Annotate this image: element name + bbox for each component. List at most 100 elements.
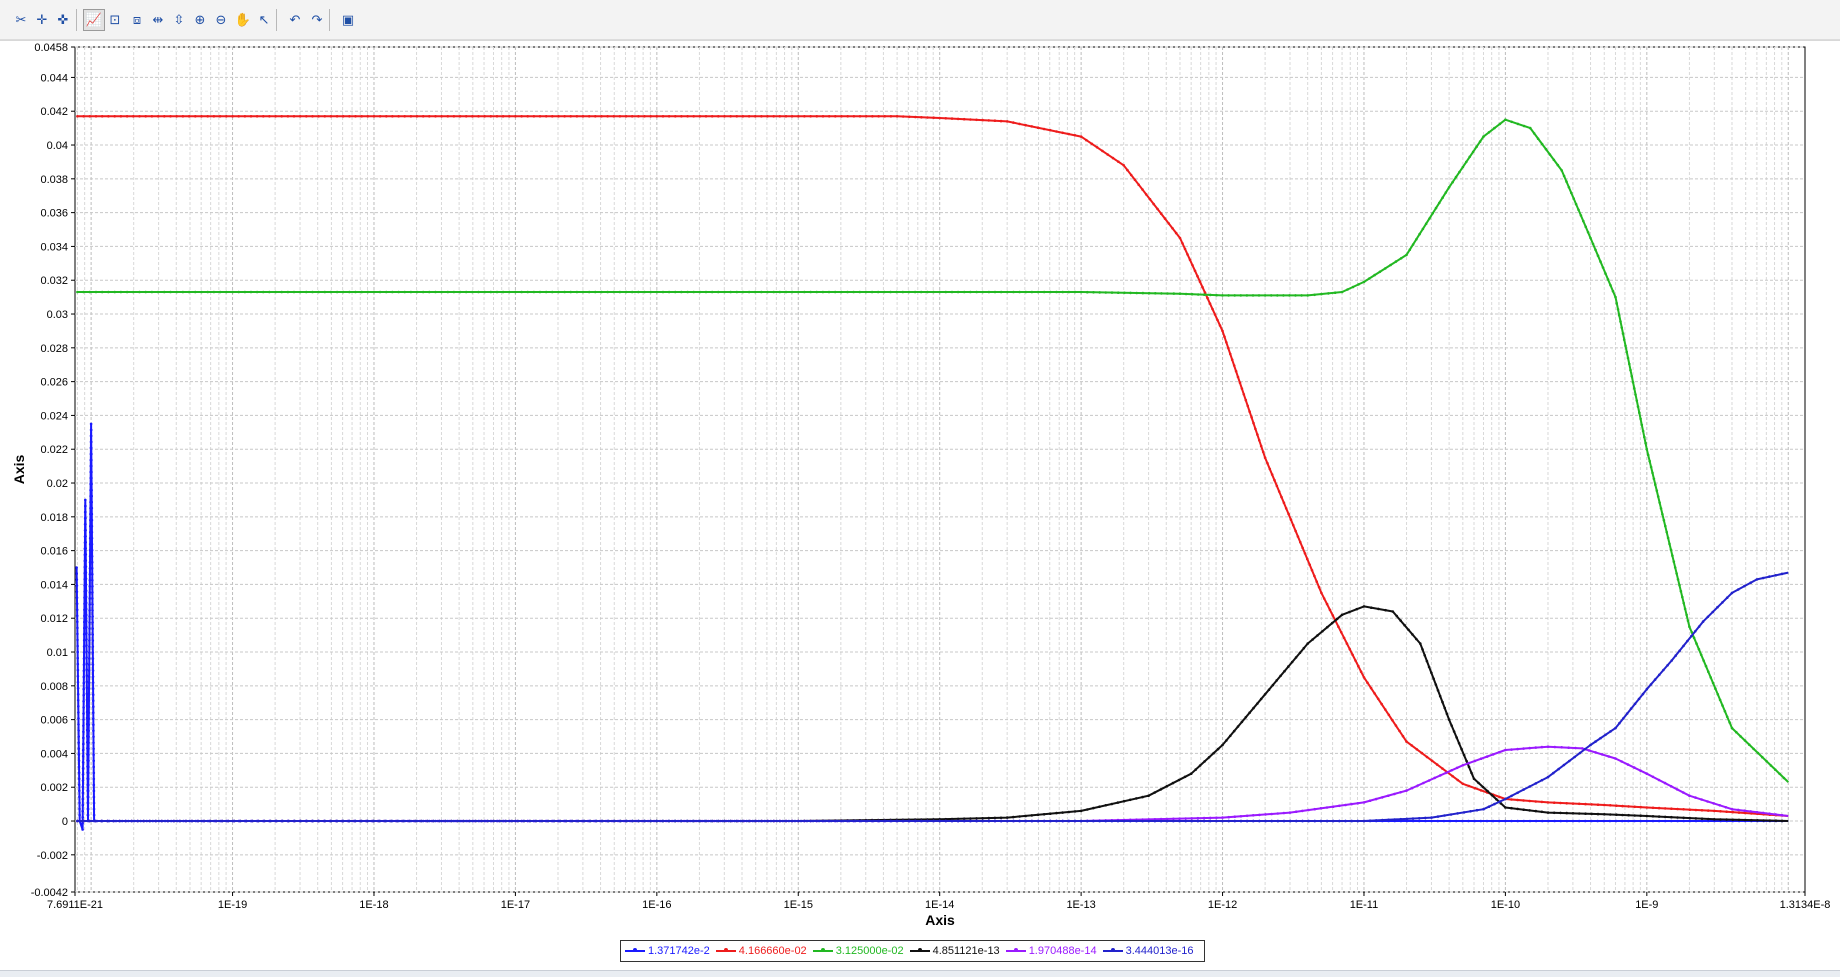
data-point	[637, 290, 640, 294]
select-pointer-icon[interactable]: ↖	[253, 9, 275, 31]
data-point	[76, 693, 80, 696]
pan-hand-icon[interactable]: ✋	[232, 9, 254, 31]
data-point	[81, 767, 85, 770]
data-point	[1331, 819, 1335, 823]
data-point	[847, 819, 851, 823]
data-point	[77, 753, 81, 756]
data-point	[91, 603, 94, 606]
data-point	[468, 819, 471, 823]
data-point	[1780, 813, 1784, 817]
export-image-icon[interactable]: ▣	[337, 9, 359, 31]
data-point	[870, 290, 874, 294]
data-point	[1036, 126, 1040, 129]
line-chart[interactable]: 0.04580.0440.0420.040.0380.0360.0340.032…	[0, 41, 1840, 971]
legend-item[interactable]: 3.125000e-02	[812, 945, 904, 957]
data-point	[1718, 698, 1722, 702]
data-point	[999, 816, 1003, 820]
data-point	[1522, 819, 1526, 823]
data-point	[1171, 781, 1175, 785]
data-point	[329, 290, 333, 294]
legend-item[interactable]: 1.970488e-14	[1005, 945, 1097, 957]
remove-point-icon[interactable]: ✜	[52, 9, 74, 31]
zoom-horizontal-icon[interactable]: ⇹	[147, 9, 169, 31]
toolbar-separator	[276, 9, 277, 31]
data-point	[292, 290, 296, 294]
data-point	[1546, 775, 1550, 779]
data-point	[91, 615, 94, 618]
data-point	[90, 548, 94, 552]
data-point	[1657, 819, 1661, 823]
data-point	[938, 290, 941, 294]
data-point	[88, 290, 92, 294]
data-point	[600, 290, 603, 294]
x-tick-label: 1E-18	[359, 899, 388, 911]
data-point	[1486, 789, 1489, 793]
data-point	[1194, 768, 1197, 771]
zoom-in-icon[interactable]: ⊕	[189, 9, 211, 31]
data-point	[606, 819, 610, 823]
data-point	[864, 115, 868, 118]
data-point	[76, 674, 80, 678]
data-point	[1657, 806, 1661, 810]
data-point	[1227, 815, 1230, 819]
data-point	[1369, 686, 1373, 690]
data-point	[1450, 724, 1453, 727]
tools-icon[interactable]: ✂	[10, 9, 32, 31]
data-point	[522, 819, 525, 823]
data-point	[90, 482, 93, 486]
add-point-icon[interactable]: ✛	[31, 9, 53, 31]
data-point	[1275, 679, 1278, 682]
data-point	[311, 290, 314, 294]
data-point	[1706, 817, 1710, 821]
data-point	[437, 819, 441, 823]
data-point	[86, 807, 90, 811]
data-point	[1457, 742, 1461, 745]
data-point	[144, 290, 147, 294]
data-point	[686, 290, 689, 294]
data-point	[434, 290, 437, 294]
data-point	[94, 290, 98, 294]
legend-item[interactable]: 3.444013e-16	[1102, 945, 1194, 957]
chart-view-icon[interactable]: 📈	[83, 9, 105, 31]
data-point	[1678, 649, 1681, 653]
legend-item[interactable]: 4.166660e-02	[715, 945, 807, 957]
data-point	[1688, 794, 1691, 797]
data-point	[1306, 557, 1309, 561]
data-point	[1221, 816, 1224, 819]
data-point	[85, 644, 88, 647]
data-point	[1313, 574, 1316, 578]
data-point	[85, 674, 89, 677]
zoom-out-icon[interactable]: ⊖	[210, 9, 232, 31]
data-point	[75, 596, 79, 599]
data-point	[87, 747, 90, 751]
data-point	[458, 290, 462, 294]
data-point	[1504, 797, 1507, 801]
data-point	[1165, 785, 1169, 788]
data-point	[1258, 813, 1261, 817]
data-point	[1340, 631, 1343, 634]
data-point	[1344, 819, 1347, 823]
data-point	[1055, 811, 1058, 815]
data-point	[926, 290, 929, 294]
data-point	[1369, 606, 1373, 609]
data-point	[1430, 819, 1433, 823]
redo-icon[interactable]: ↷	[306, 9, 328, 31]
data-point	[1327, 292, 1330, 295]
zoom-box-icon[interactable]: ⊡	[104, 9, 126, 31]
data-point	[1637, 697, 1641, 701]
data-point	[1257, 294, 1261, 297]
data-point	[1377, 607, 1380, 611]
undo-icon[interactable]: ↶	[284, 9, 306, 31]
legend-item[interactable]: 4.851121e-13	[909, 945, 1000, 957]
data-point	[206, 290, 209, 294]
data-point	[858, 290, 862, 294]
data-point	[1267, 688, 1271, 691]
data-point	[1713, 809, 1716, 813]
data-point	[661, 290, 665, 294]
zoom-fit-icon[interactable]: ⧈	[126, 9, 148, 31]
zoom-vertical-icon[interactable]: ⇳	[168, 9, 190, 31]
data-point	[87, 705, 91, 708]
legend-item[interactable]: 1.371742e-2	[625, 945, 710, 957]
data-point	[1590, 803, 1593, 806]
data-point	[1574, 202, 1578, 206]
